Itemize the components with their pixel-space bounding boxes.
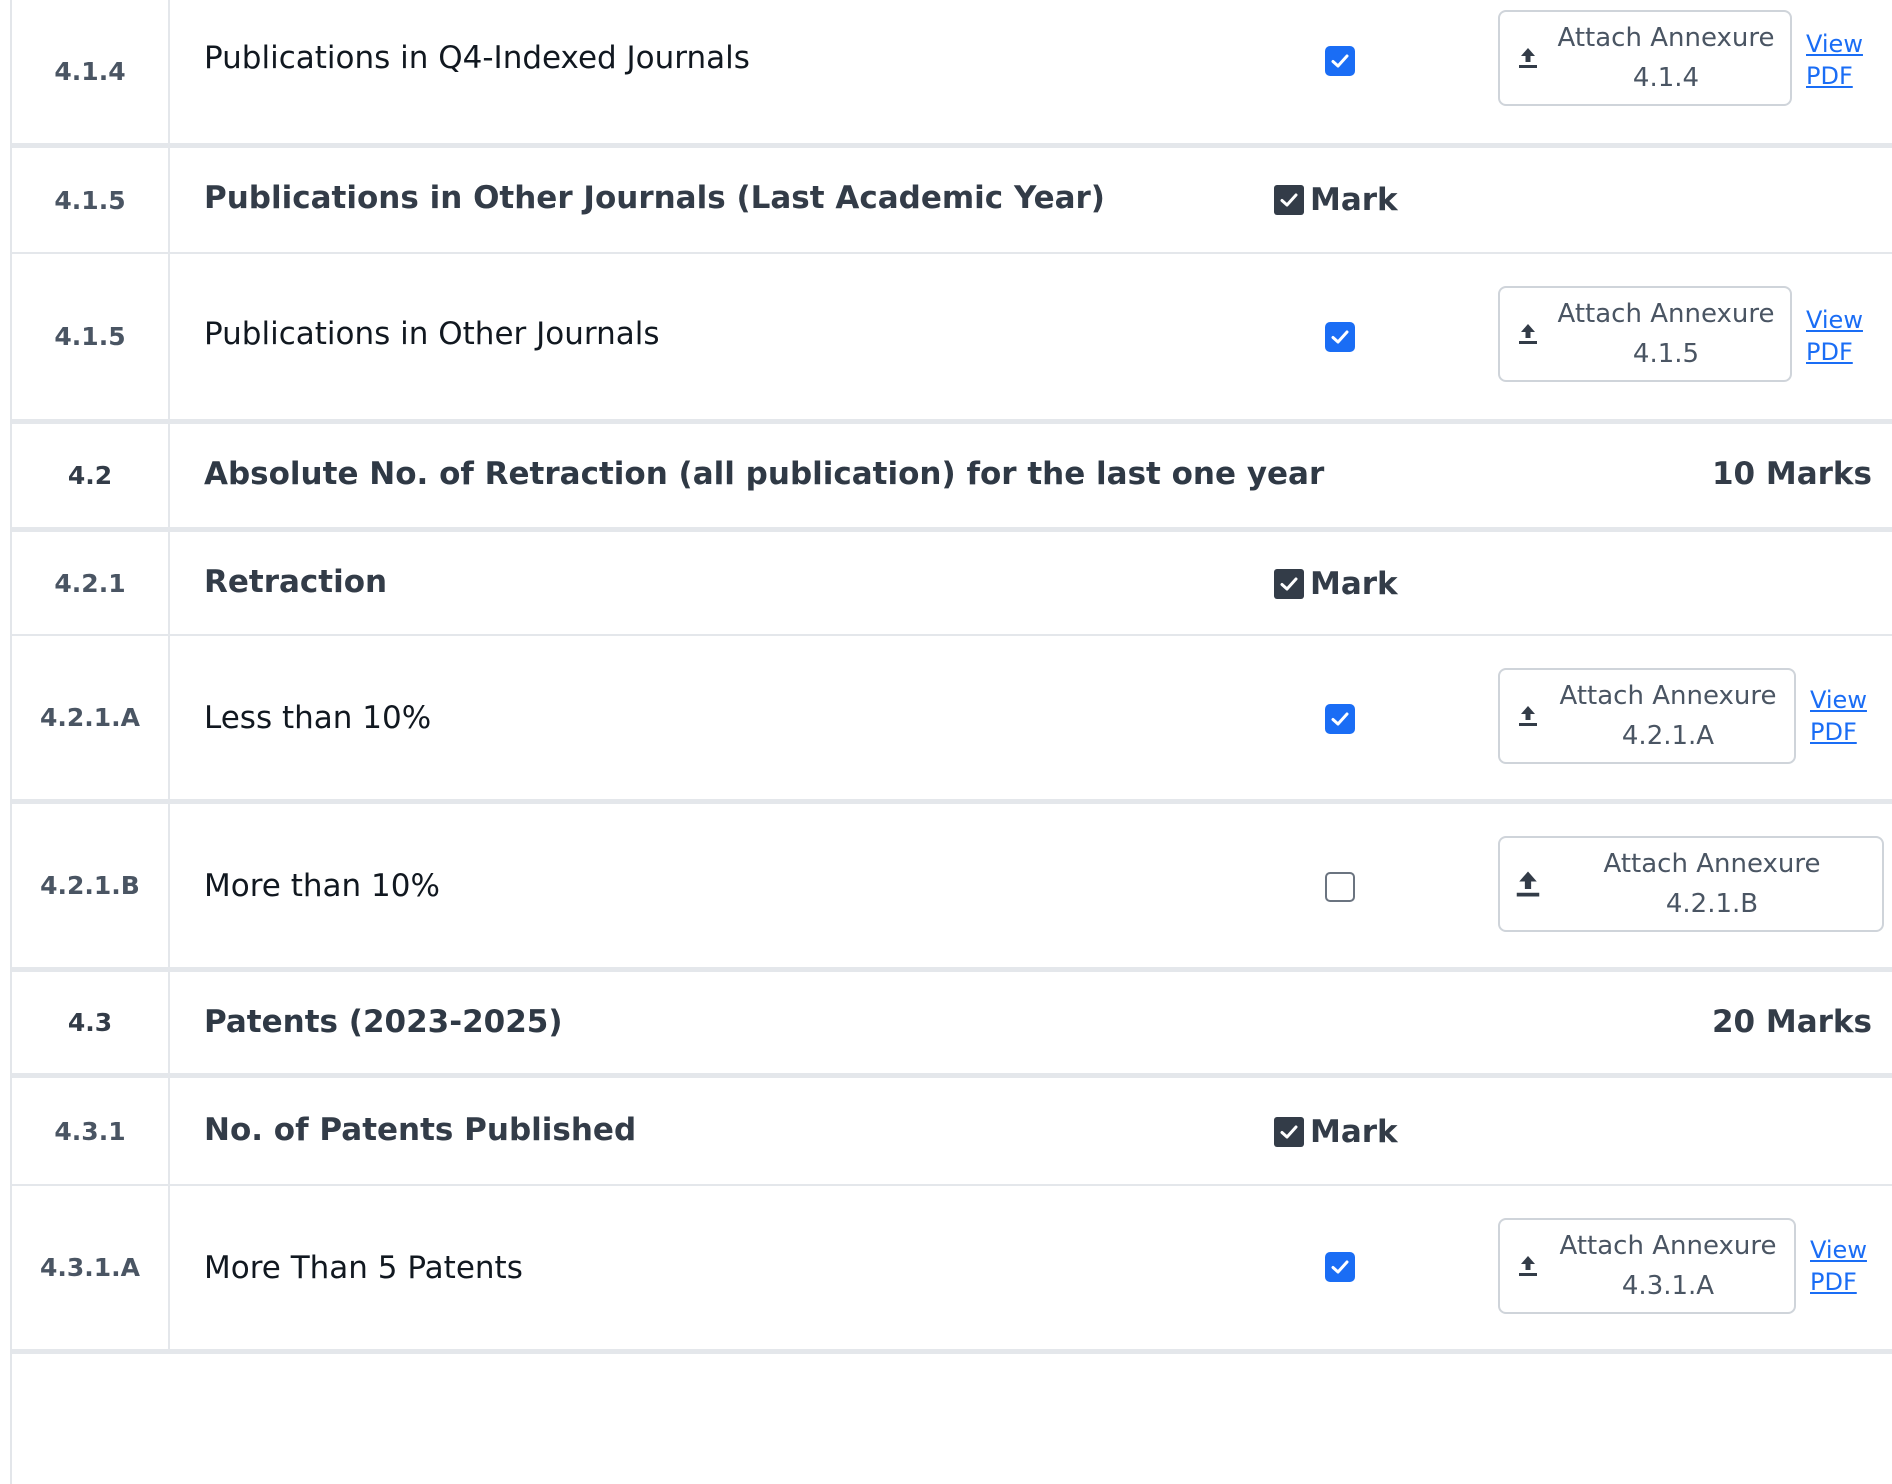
view-pdf-link[interactable]: View PDF xyxy=(1806,304,1866,368)
row-code: 4.3 xyxy=(12,972,170,1073)
row-code: 4.2 xyxy=(12,424,170,527)
mark-label: Mark xyxy=(1310,182,1398,218)
attach-annexure-button[interactable]: Attach Annexure 4.3.1.A xyxy=(1498,1218,1796,1314)
table-row: 4.2 Absolute No. of Retraction (all publ… xyxy=(12,424,1892,532)
row-title: More Than 5 Patents xyxy=(204,1250,523,1286)
upload-icon xyxy=(1500,704,1556,728)
attach-annexure-button[interactable]: Attach Annexure 4.1.5 xyxy=(1498,286,1792,382)
attach-label: Attach Annexure 4.3.1.A xyxy=(1559,1231,1777,1301)
attach-annexure-button[interactable]: Attach Annexure 4.2.1.A xyxy=(1498,668,1796,764)
row-code: 4.2.1.B xyxy=(12,804,170,967)
evaluation-table: 4.1.4 Publications in Q4-Indexed Journal… xyxy=(0,0,1892,1484)
include-checkbox[interactable] xyxy=(1325,872,1355,902)
check-icon xyxy=(1274,1117,1304,1147)
check-icon xyxy=(1274,569,1304,599)
section-marks: 10 Marks xyxy=(1711,456,1872,492)
include-checkbox[interactable] xyxy=(1325,46,1355,76)
table-row: 4.2.1 Retraction Mark xyxy=(12,532,1892,636)
row-title: Retraction xyxy=(204,564,388,600)
table-row: 4.3.1 No. of Patents Published Mark xyxy=(12,1078,1892,1186)
table-row: 4.2.1.B More than 10% Attach Annexure 4.… xyxy=(12,804,1892,972)
table-row: 4.1.5 Publications in Other Journals Att… xyxy=(12,254,1892,424)
attach-annexure-button[interactable]: Attach Annexure 4.2.1.B xyxy=(1498,836,1884,932)
table-row: 4.3.1.A More Than 5 Patents Attach Annex… xyxy=(12,1186,1892,1354)
mark-toggle[interactable]: Mark xyxy=(1274,182,1398,218)
view-pdf-link[interactable]: View PDF xyxy=(1810,684,1870,748)
row-title: More than 10% xyxy=(204,868,440,904)
attach-label: Attach Annexure 4.1.5 xyxy=(1557,299,1775,369)
section-title: Absolute No. of Retraction (all publicat… xyxy=(204,456,1325,492)
upload-icon xyxy=(1500,322,1556,346)
attach-annexure-button[interactable]: Attach Annexure 4.1.4 xyxy=(1498,10,1792,106)
row-code: 4.1.5 xyxy=(12,254,170,419)
row-code: 4.2.1.A xyxy=(12,636,170,799)
table-row: 4.1.5 Publications in Other Journals (La… xyxy=(12,148,1892,254)
attach-label: Attach Annexure 4.2.1.B xyxy=(1603,849,1821,919)
upload-icon xyxy=(1500,1254,1556,1278)
mark-toggle[interactable]: Mark xyxy=(1274,1114,1398,1150)
row-title: Publications in Q4-Indexed Journals xyxy=(204,40,750,76)
row-code: 4.1.5 xyxy=(12,148,170,252)
row-code: 4.3.1.A xyxy=(12,1186,170,1349)
attach-label: Attach Annexure 4.2.1.A xyxy=(1559,681,1777,751)
row-code: 4.1.4 xyxy=(12,0,170,143)
mark-toggle[interactable]: Mark xyxy=(1274,566,1398,602)
view-pdf-link[interactable]: View PDF xyxy=(1806,28,1866,92)
check-icon xyxy=(1331,1260,1349,1274)
include-checkbox[interactable] xyxy=(1325,1252,1355,1282)
attach-label: Attach Annexure 4.1.4 xyxy=(1557,23,1775,93)
check-icon xyxy=(1331,330,1349,344)
table-row: 4.3 Patents (2023-2025) 20 Marks xyxy=(12,972,1892,1078)
row-title: Publications in Other Journals xyxy=(204,316,660,352)
row-title: No. of Patents Published xyxy=(204,1112,637,1148)
mark-label: Mark xyxy=(1310,1114,1398,1150)
table-row: 4.2.1.A Less than 10% Attach Annexure 4.… xyxy=(12,636,1892,804)
table-row: 4.1.4 Publications in Q4-Indexed Journal… xyxy=(12,0,1892,148)
include-checkbox[interactable] xyxy=(1325,704,1355,734)
row-title: Publications in Other Journals (Last Aca… xyxy=(204,180,1105,216)
check-icon xyxy=(1331,54,1349,68)
row-code: 4.3.1 xyxy=(12,1078,170,1184)
row-title: Less than 10% xyxy=(204,700,432,736)
check-icon xyxy=(1274,185,1304,215)
upload-icon xyxy=(1500,869,1556,899)
section-marks: 20 Marks xyxy=(1711,1004,1872,1040)
upload-icon xyxy=(1500,46,1556,70)
view-pdf-link[interactable]: View PDF xyxy=(1810,1234,1870,1298)
section-title: Patents (2023-2025) xyxy=(204,1004,563,1040)
check-icon xyxy=(1331,712,1349,726)
mark-label: Mark xyxy=(1310,566,1398,602)
include-checkbox[interactable] xyxy=(1325,322,1355,352)
row-code: 4.2.1 xyxy=(12,532,170,634)
